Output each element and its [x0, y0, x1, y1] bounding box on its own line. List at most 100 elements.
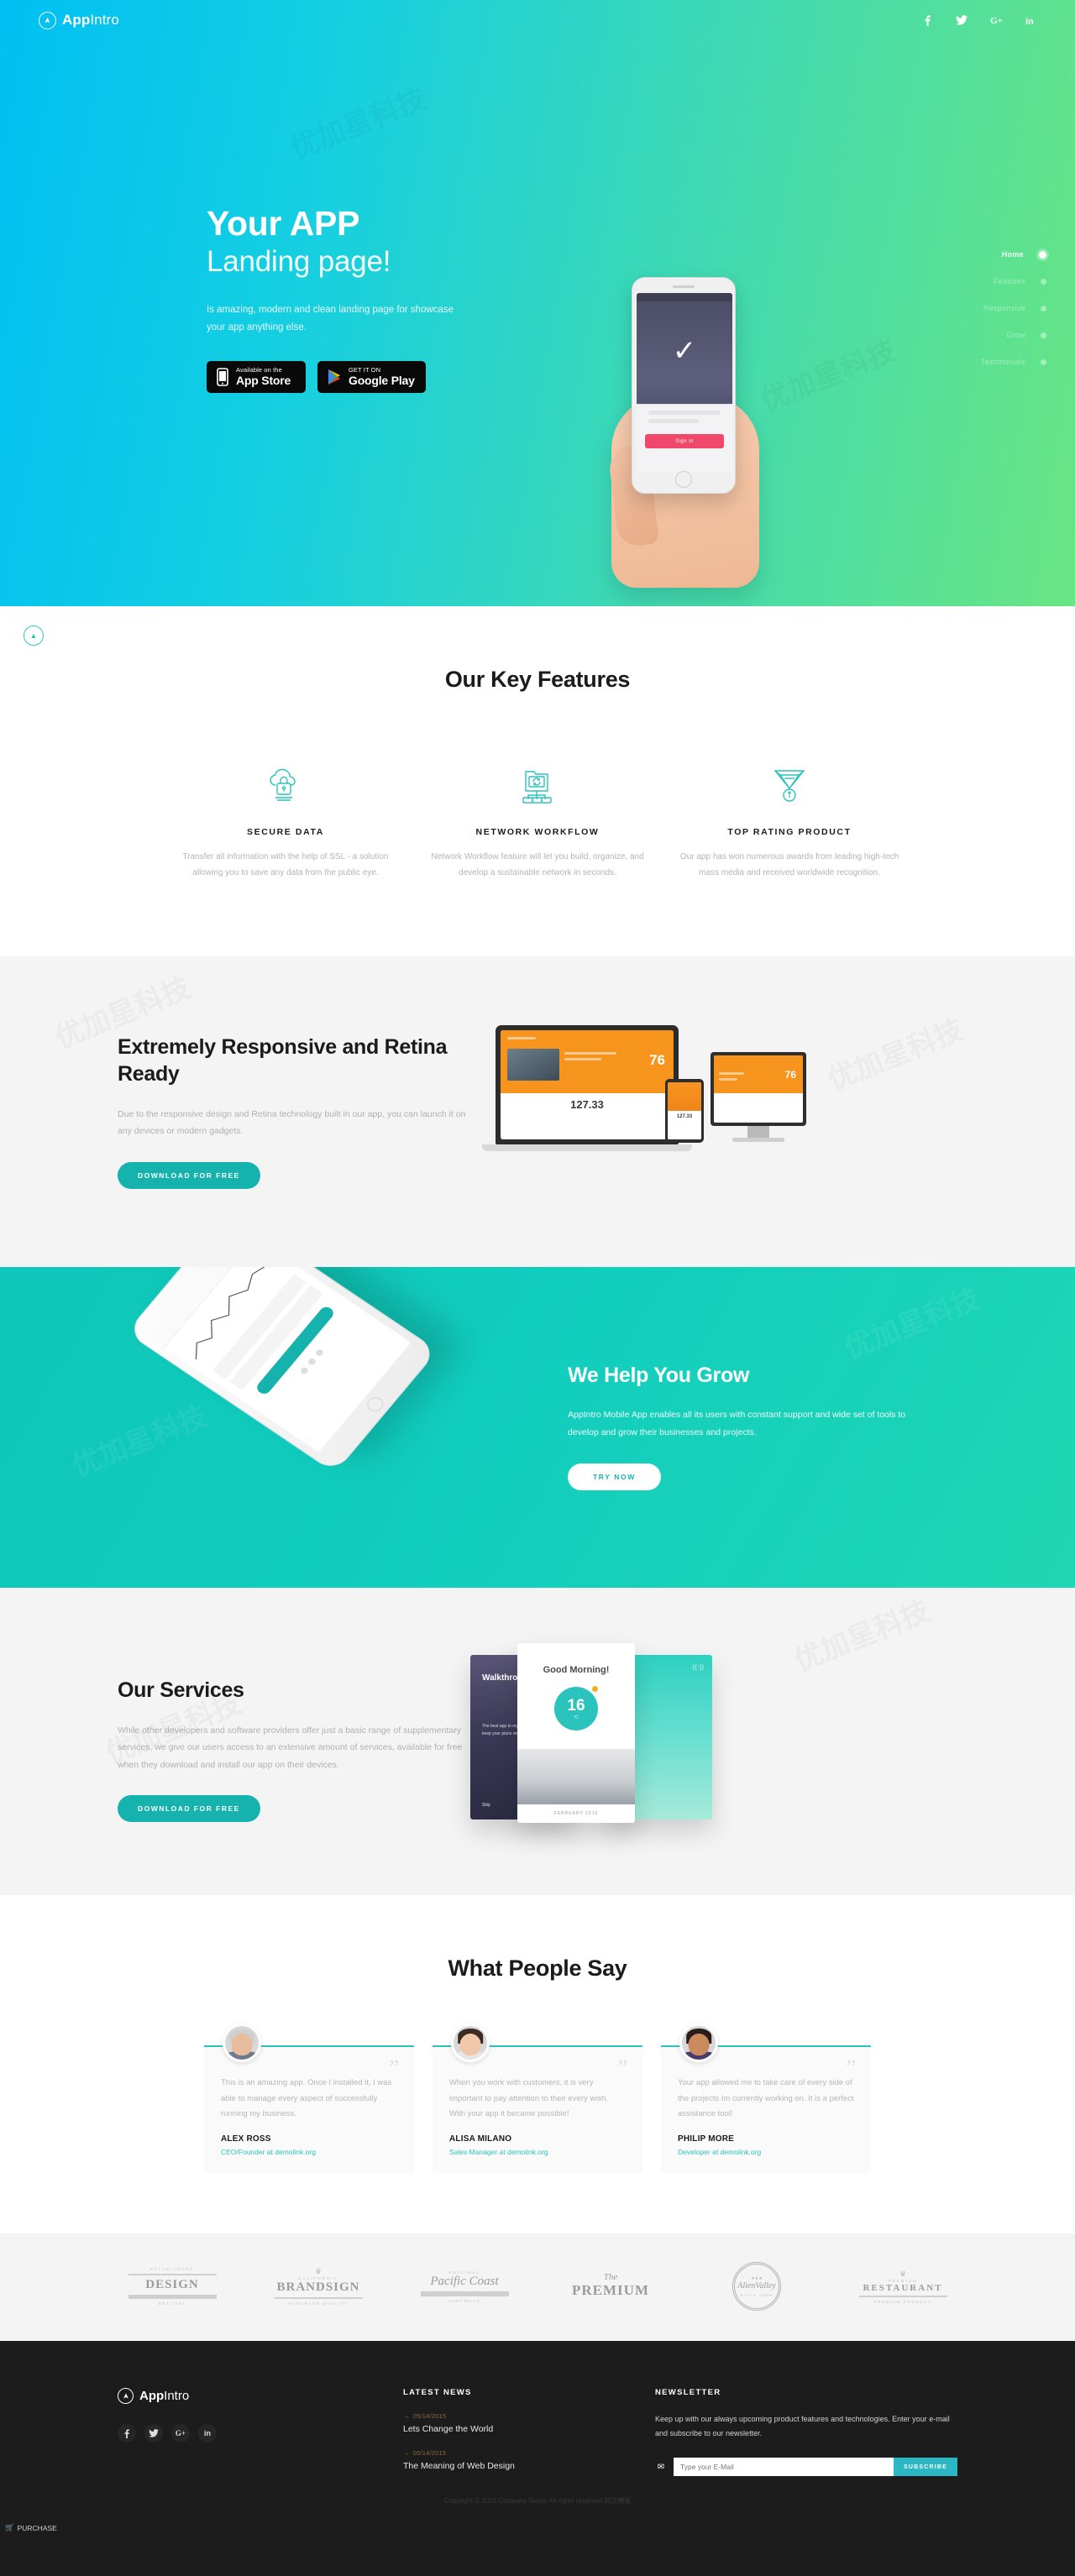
services-screens: Walkthrough The best app to organize you… [470, 1643, 957, 1836]
footer-newsletter-text: Keep up with our always upcoming product… [655, 2415, 950, 2438]
email-field[interactable] [674, 2458, 894, 2477]
phone-speaker [673, 285, 695, 288]
weather-date: FEBRUARY 2016 [553, 1811, 599, 1816]
hero-subtitle: Landing page! [207, 245, 391, 279]
footer-news-date-text: 05/14/2015 [412, 2449, 447, 2457]
walkthrough-skip-link[interactable]: Skip [482, 1803, 490, 1808]
partner-logo-brandsign[interactable]: ♛ CALIFORNIA BRANDSIGN HANDMADE QUALITY [255, 2267, 381, 2306]
subscribe-button[interactable]: SUBSCRIBE [893, 2458, 957, 2477]
hero-nav-label: Responsive [983, 304, 1025, 312]
footer-brand-column: AppIntro G+ in [118, 2388, 403, 2476]
apple-phone-icon [216, 367, 229, 386]
footer-wrapper: AppIntro G+ in LATEST NEWS →05/14/2015 [118, 2388, 957, 2477]
partner-logo-alien-valley[interactable]: ★★★ AlienValley Since 1989 [694, 2262, 820, 2311]
ui-bar [719, 1072, 744, 1075]
purchase-bar: 🛒 PURCHASE [0, 2514, 1075, 2543]
ui-header-panel: 76 [714, 1055, 803, 1093]
quote-icon: ” [389, 2055, 399, 2080]
feature-desc: Network Workflow feature will let you bu… [431, 852, 644, 877]
footer-brand-logo[interactable]: AppIntro [118, 2388, 403, 2404]
testimonial-role[interactable]: CEO/Founder at demolink.org [221, 2148, 397, 2156]
newsletter-input-wrap: SUBSCRIBE [674, 2458, 957, 2477]
divider [274, 2297, 363, 2299]
phone-home-button [675, 471, 692, 488]
app-store-button[interactable]: Available on the App Store [207, 360, 306, 393]
partner-logo-pacific-coast[interactable]: ORIGINAL Pacific Coast SURFWEAR [401, 2270, 527, 2303]
google-play-label: Google Play [349, 374, 415, 388]
hero-nav-item-home[interactable]: Home [1002, 250, 1046, 259]
store-buttons: Available on the App Store GET IT ON Goo… [207, 360, 559, 393]
award-medal-icon [677, 760, 902, 805]
feature-desc: Transfer all information with the help o… [182, 852, 389, 877]
partner-name: AlienValley [737, 2280, 776, 2291]
try-now-button[interactable]: TRY NOW [568, 1463, 661, 1490]
hero-title: Your APP [207, 204, 360, 243]
grow-copy: We Help You Grow AppIntro Mobile App ena… [554, 1364, 915, 1490]
purchase-button[interactable]: 🛒 PURCHASE [5, 2523, 57, 2532]
download-for-free-button[interactable]: DOWNLOAD FOR FREE [118, 1161, 260, 1189]
partner-name: PREMIUM [572, 2281, 649, 2298]
hero-nav-label: Home [1001, 250, 1024, 259]
copyright-bar: Copyright © 2021 Company Name All rights… [0, 2476, 1075, 2515]
partner-logo-design[interactable]: ESTABLISHED DESIGN EST 1984 [109, 2267, 235, 2306]
partner-sub-text: SURFWEAR [448, 2298, 481, 2303]
testimonial-card: ” When you work with customers, it is ve… [433, 2024, 642, 2173]
weather-card-header: Good Morning! 16 °C [517, 1643, 635, 1730]
partner-top-text: The [603, 2271, 618, 2282]
placeholder-line [648, 419, 699, 423]
phone-status-bar [637, 293, 732, 301]
partner-logo-restaurant[interactable]: ♛ PREMIUM RESTAURANT PREMIUM PRODUCT [840, 2270, 966, 2304]
grow-title: We Help You Grow [568, 1363, 750, 1387]
temperature-value: 16 [567, 1696, 585, 1715]
feature-name: SECURE DATA [247, 827, 324, 837]
laptop-metric-value: 76 [649, 1052, 665, 1068]
google-play-button[interactable]: GET IT ON Google Play [317, 360, 426, 393]
monitor-stand [747, 1126, 769, 1138]
partner-logo-premium[interactable]: The PREMIUM [548, 2272, 674, 2301]
weather-photo [517, 1749, 635, 1804]
facebook-icon[interactable] [118, 2424, 136, 2442]
partner-name: BRANDSIGN [276, 2280, 360, 2294]
hero-inner: 优加星科技 优加星科技 Your APP Landing page! Is am… [0, 0, 1075, 606]
app-store-small-label: Available on the [236, 365, 282, 374]
footer-news-item: → 05/14/2015 Lets Change the World [403, 2412, 655, 2434]
laptop-base [482, 1144, 692, 1151]
google-plus-icon[interactable]: G+ [171, 2424, 190, 2442]
hero-nav-item-grow[interactable]: Grow [1006, 331, 1046, 339]
features-row: SECURE DATA Transfer all information wit… [0, 760, 1075, 881]
scroll-up-button[interactable]: ▲ [24, 626, 44, 646]
google-play-icon [327, 369, 342, 385]
tablet-mockup: 127.33 [665, 1079, 704, 1143]
crown-icon: ♛ [899, 2269, 907, 2278]
footer-news-column: LATEST NEWS → 05/14/2015 Lets Change the … [403, 2388, 655, 2476]
feature-card-secure-data: SECURE DATA Transfer all information wit… [160, 760, 412, 881]
google-play-small-label: GET IT ON [349, 365, 381, 374]
hero-nav-item-features[interactable]: Features [994, 277, 1046, 285]
footer-news-title[interactable]: The Meaning of Web Design [403, 2461, 655, 2471]
services-title: Our Services [118, 1678, 244, 1702]
monitor-screen: 76 [714, 1055, 803, 1123]
feature-card-top-rating: TOP RATING PRODUCT Our app has won numer… [663, 760, 915, 881]
responsive-wrapper: Extremely Responsive and Retina Ready Du… [118, 1018, 957, 1195]
service-card-weather: Good Morning! 16 °C FEBRUARY 2016 [517, 1643, 635, 1823]
responsive-section: 优加星科技 优加星科技 Extremely Responsive and Ret… [0, 956, 1075, 1267]
testimonial-role[interactable]: Developer at demolink.org [678, 2148, 854, 2156]
hero-copy: Your APP Landing page! Is amazing, moder… [207, 205, 559, 393]
testimonial-name: PHILIP MORE [678, 2134, 735, 2144]
linkedin-icon[interactable]: in [198, 2424, 217, 2442]
testimonial-name: ALEX ROSS [221, 2134, 271, 2144]
hero-nav-item-testimonials[interactable]: Testimonials [981, 358, 1046, 366]
hero-nav-item-responsive[interactable]: Responsive [983, 304, 1046, 312]
footer-social-links: G+ in [118, 2424, 403, 2442]
feature-name: TOP RATING PRODUCT [727, 827, 852, 837]
phone-signin-button[interactable]: Sign in [645, 434, 724, 448]
ui-header-panel [668, 1082, 701, 1111]
testimonial-card: ” Your app allowed me to take care of ev… [661, 2024, 871, 2173]
services-download-button[interactable]: DOWNLOAD FOR FREE [118, 1795, 260, 1823]
twitter-icon[interactable] [144, 2424, 163, 2442]
partner-name: DESIGN [145, 2278, 199, 2291]
services-section: 优加星科技 优加星科技 Our Services While other dev… [0, 1588, 1075, 1895]
footer-news-title[interactable]: Lets Change the World [403, 2424, 655, 2434]
testimonial-role[interactable]: Sales Manager at demolink.org [449, 2148, 626, 2156]
divider [420, 2291, 509, 2296]
